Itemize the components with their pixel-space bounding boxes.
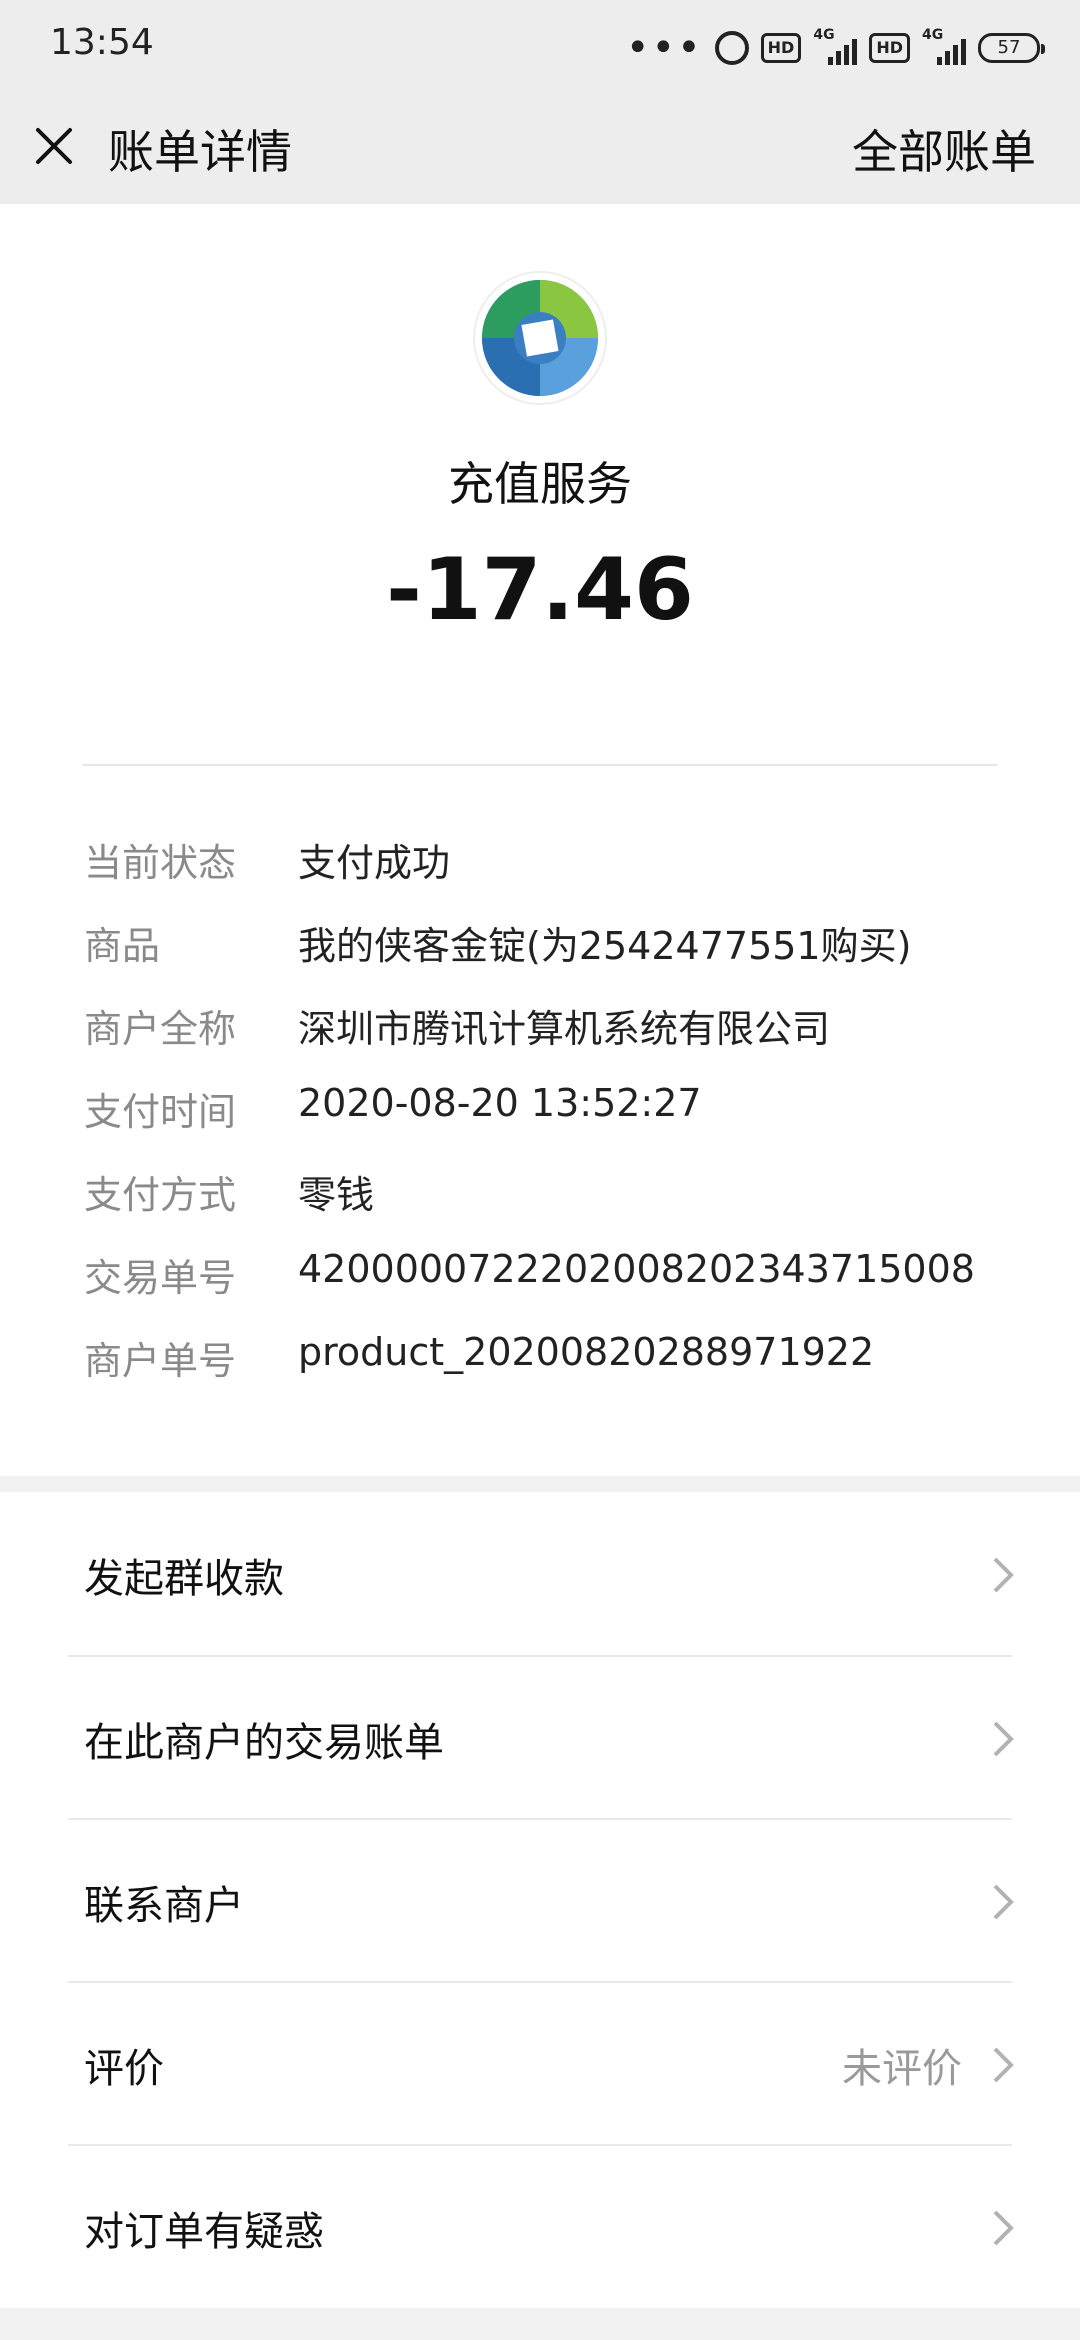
battery-icon: 57 [978, 33, 1045, 63]
detail-value: 4200000722202008202343715008 [298, 1247, 975, 1291]
detail-row-status: 当前状态 支付成功 [84, 832, 1024, 892]
status-time: 13:54 [50, 22, 154, 63]
action-list: 发起群收款 在此商户的交易账单 联系商户 评价 未评价 对订单有疑惑 [0, 1492, 1080, 2308]
detail-label: 支付方式 [84, 1173, 237, 1217]
detail-value: 零钱 [298, 1173, 375, 1217]
detail-value: product_20200820288971922 [298, 1330, 875, 1374]
status-icons: ••• HD 4G HD 4G 57 [625, 24, 1045, 72]
detail-label: 商户全称 [84, 1007, 237, 1051]
signal-icon: 4G [813, 27, 858, 65]
detail-label: 支付时间 [84, 1090, 237, 1134]
action-label: 发起群收款 [84, 1556, 284, 1602]
chevron-right-icon [993, 1557, 1014, 1593]
detail-row-payment-method: 支付方式 零钱 [84, 1164, 1024, 1224]
signal-icon-2: 4G [922, 27, 966, 65]
action-label: 评价 [84, 2046, 164, 2092]
alarm-icon [714, 31, 749, 65]
action-label: 在此商户的交易账单 [84, 1720, 444, 1766]
chevron-right-icon [993, 1721, 1014, 1757]
bill-detail-card: 充值服务 -17.46 当前状态 支付成功 商品 我的侠客金锭(为2542477… [0, 204, 1080, 1476]
merchant-name: 充值服务 [448, 457, 632, 511]
status-bar: 13:54 ••• HD 4G HD 4G 57 [0, 0, 1080, 96]
detail-value: 支付成功 [298, 841, 451, 885]
detail-value: 深圳市腾讯计算机系统有限公司 [298, 1007, 831, 1051]
action-label: 联系商户 [84, 1883, 244, 1929]
detail-label: 交易单号 [84, 1256, 237, 1300]
detail-row-transaction-id: 交易单号 4200000722202008202343715008 [84, 1247, 1024, 1307]
detail-row-merchant-order-id: 商户单号 product_20200820288971922 [84, 1330, 1024, 1390]
chevron-right-icon [993, 1884, 1014, 1920]
detail-value: 我的侠客金锭(为2542477551购买) [298, 924, 912, 968]
action-label: 对订单有疑惑 [84, 2209, 324, 2255]
detail-label: 商户单号 [84, 1339, 237, 1383]
action-item-review[interactable]: 评价 未评价 [0, 1982, 1080, 2144]
more-dots-icon: ••• [625, 25, 703, 71]
close-icon[interactable] [30, 122, 78, 170]
detail-row-merchant-full-name: 商户全称 深圳市腾讯计算机系统有限公司 [84, 998, 1024, 1058]
chevron-right-icon [993, 2210, 1014, 2246]
chevron-right-icon [993, 2047, 1014, 2083]
hd-badge-2: HD [869, 33, 910, 63]
all-bills-link[interactable]: 全部账单 [852, 116, 1036, 182]
merchant-logo-icon [473, 271, 607, 405]
action-item-order-question[interactable]: 对订单有疑惑 [0, 2145, 1080, 2307]
review-status: 未评价 [842, 2046, 962, 2092]
hd-badge: HD [760, 33, 802, 63]
action-item-group-collect[interactable]: 发起群收款 [0, 1492, 1080, 1654]
detail-value: 2020-08-20 13:52:27 [298, 1081, 702, 1125]
action-item-merchant-bills[interactable]: 在此商户的交易账单 [0, 1656, 1080, 1818]
detail-label: 当前状态 [84, 841, 237, 885]
divider [82, 764, 998, 766]
detail-row-product: 商品 我的侠客金锭(为2542477551购买) [84, 915, 1024, 975]
action-item-contact-merchant[interactable]: 联系商户 [0, 1819, 1080, 1981]
page-title: 账单详情 [108, 125, 292, 179]
top-navigation-bar: 账单详情 全部账单 [0, 96, 1080, 204]
detail-row-payment-time: 支付时间 2020-08-20 13:52:27 [84, 1081, 1024, 1141]
transaction-amount: -17.46 [386, 540, 694, 640]
detail-label: 商品 [84, 924, 161, 968]
